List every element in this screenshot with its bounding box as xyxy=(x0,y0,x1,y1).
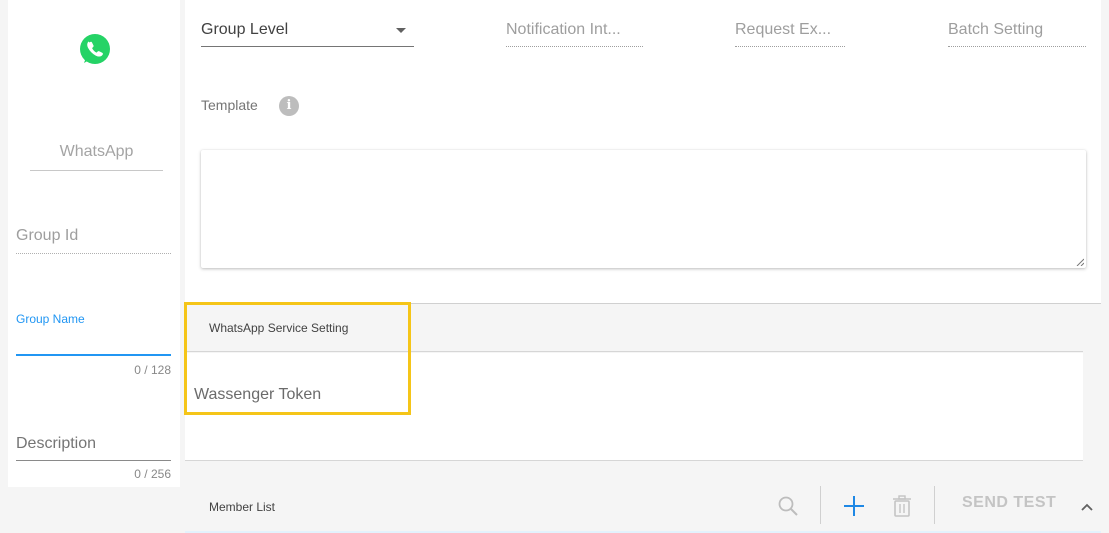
group-level-value: Group Level xyxy=(201,21,289,38)
group-name-input[interactable] xyxy=(16,354,171,356)
member-list-title: Member List xyxy=(209,500,276,514)
toolbar-divider xyxy=(934,486,935,524)
highlight-box xyxy=(184,302,411,415)
search-icon[interactable] xyxy=(776,494,800,518)
group-level-select[interactable]: Group Level xyxy=(201,18,414,47)
group-name-counter: 0 / 128 xyxy=(134,363,171,377)
settings-panel: Group Level Notification Int... Request … xyxy=(185,0,1101,303)
notification-interval-text: Notification Int... xyxy=(506,21,621,38)
info-icon[interactable]: i xyxy=(279,96,299,116)
chevron-down-icon xyxy=(396,28,406,33)
channel-info-panel: WhatsApp Group Id Group Name 0 / 128 Des… xyxy=(8,0,180,487)
group-id-placeholder: Group Id xyxy=(16,227,79,244)
chevron-up-icon[interactable] xyxy=(1080,500,1094,514)
description-input[interactable]: Description xyxy=(16,432,171,461)
group-name-label: Group Name xyxy=(16,312,85,326)
template-label: Template xyxy=(201,97,258,113)
description-placeholder: Description xyxy=(16,435,97,452)
channel-name-field[interactable]: WhatsApp xyxy=(30,140,163,171)
group-id-input[interactable]: Group Id xyxy=(16,224,171,254)
add-icon[interactable] xyxy=(842,494,866,518)
toolbar-divider xyxy=(820,486,821,524)
member-list-header: Member List SEND TEST xyxy=(185,486,1101,533)
send-test-button[interactable]: SEND TEST xyxy=(962,494,1056,512)
whatsapp-logo-icon xyxy=(80,34,110,64)
request-expiry-text: Request Ex... xyxy=(735,21,832,38)
batch-setting-text: Batch Setting xyxy=(948,21,1044,38)
batch-setting-field[interactable]: Batch Setting xyxy=(948,18,1086,47)
notification-interval-field[interactable]: Notification Int... xyxy=(506,18,643,47)
template-textarea[interactable] xyxy=(201,150,1086,268)
request-expiry-field[interactable]: Request Ex... xyxy=(735,18,845,47)
channel-name-text: WhatsApp xyxy=(59,143,134,160)
description-counter: 0 / 256 xyxy=(134,467,171,481)
trash-icon[interactable] xyxy=(890,494,914,518)
resize-handle-icon[interactable] xyxy=(1076,258,1084,266)
